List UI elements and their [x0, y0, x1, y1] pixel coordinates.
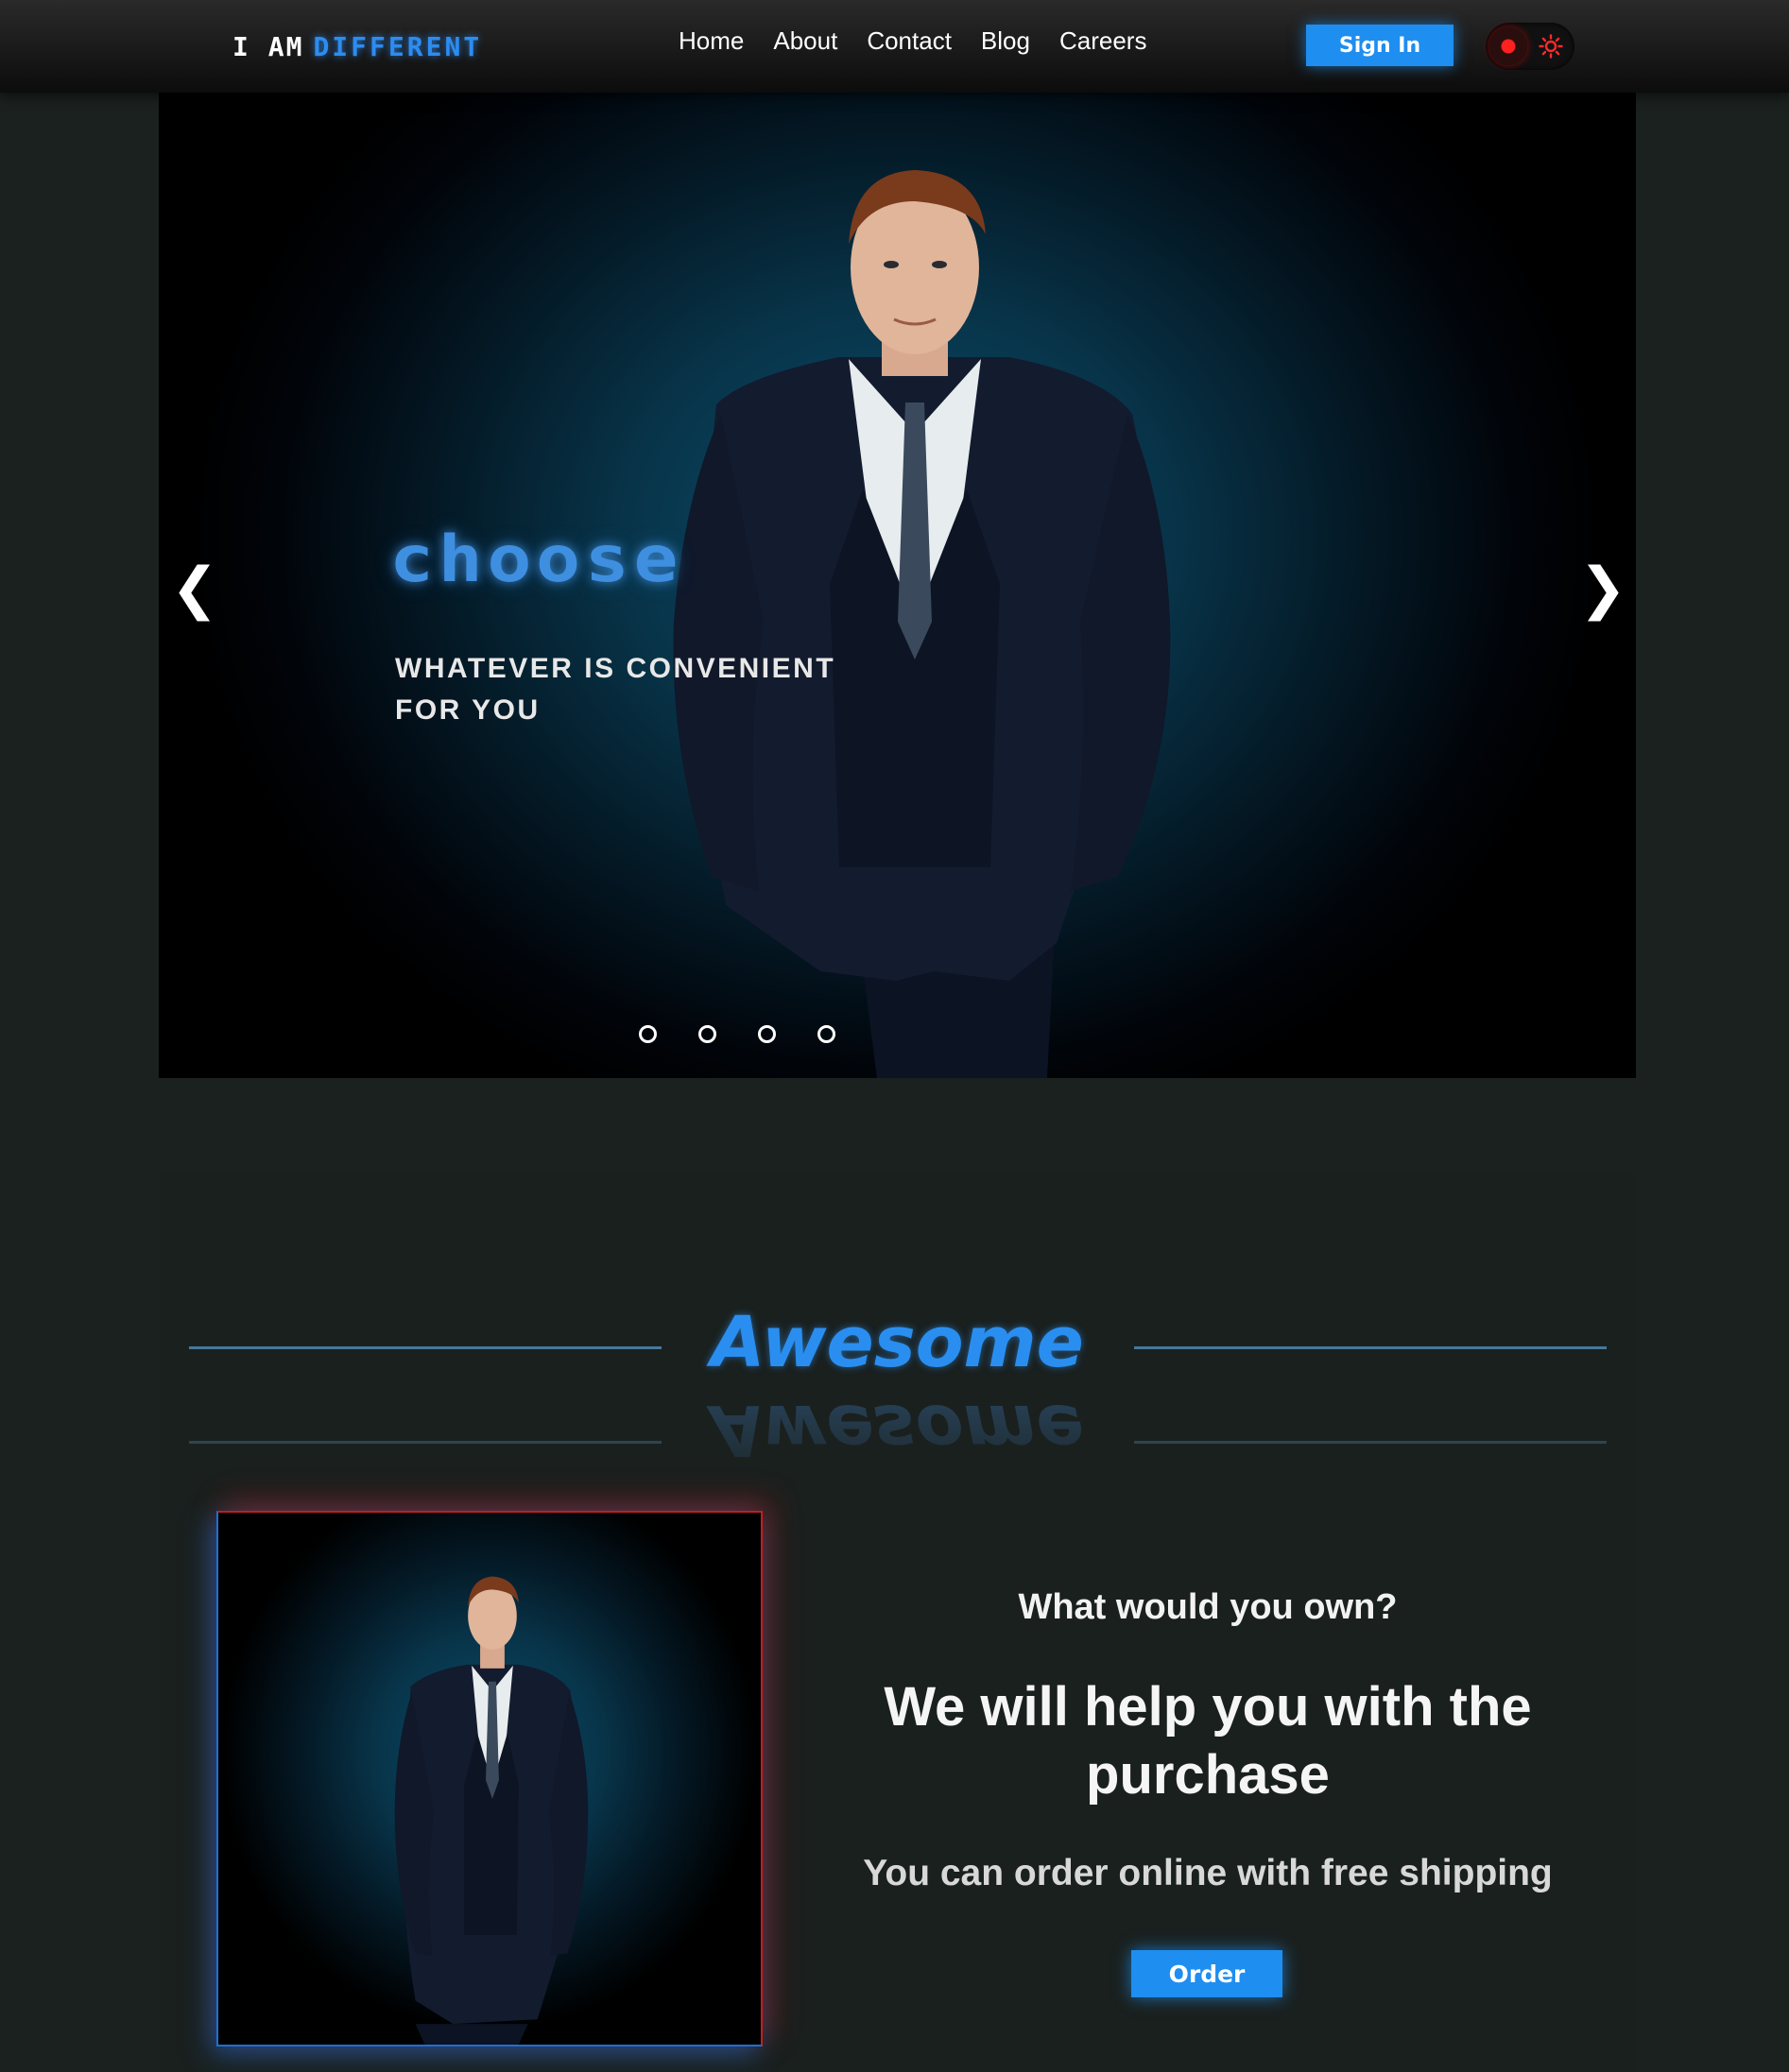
- carousel-indicators: [639, 1025, 835, 1043]
- product-photo: [216, 1511, 763, 2046]
- carousel-dot-4[interactable]: [817, 1025, 835, 1043]
- sign-in-button[interactable]: Sign In: [1306, 25, 1454, 66]
- theme-toggle[interactable]: [1486, 23, 1574, 70]
- hero-carousel: ❮ ❯ choose WHATEVER IS CONVENIENT FOR YO…: [159, 93, 1636, 1078]
- nav-links: Home About Contact Blog Careers: [679, 26, 1146, 56]
- nav-link-blog[interactable]: Blog: [981, 26, 1030, 56]
- order-button[interactable]: Order: [1131, 1950, 1282, 1997]
- promo-question: What would you own?: [1018, 1587, 1398, 1627]
- nav-link-home[interactable]: Home: [679, 26, 744, 56]
- section-heading: Awesome: [711, 1302, 1084, 1383]
- product-person-image: [394, 1576, 589, 2045]
- navbar: I AM different Home About Contact Blog C…: [0, 0, 1789, 93]
- hero-title: choose: [389, 522, 683, 597]
- promo-text-block: What would you own? We will help you wit…: [830, 1587, 1586, 1894]
- carousel-prev-button[interactable]: ❮: [166, 556, 223, 622]
- site-logo[interactable]: I AM different: [232, 25, 482, 68]
- logo-prefix: I AM: [232, 30, 304, 62]
- carousel-dot-2[interactable]: [698, 1025, 716, 1043]
- sun-icon: [1539, 34, 1563, 59]
- nav-link-contact[interactable]: Contact: [867, 26, 952, 56]
- hero-subtitle: WHATEVER IS CONVENIENT FOR YOU: [395, 653, 836, 726]
- nav-link-careers[interactable]: Careers: [1059, 26, 1146, 56]
- logo-word: different: [313, 30, 483, 62]
- promo-subline: You can order online with free shipping: [863, 1853, 1553, 1893]
- hero-person-image: [673, 170, 1171, 1078]
- section-heading-reflection: Awesome: [711, 1389, 1084, 1470]
- carousel-dot-3[interactable]: [758, 1025, 776, 1043]
- toggle-knob: [1489, 27, 1527, 65]
- carousel-next-button[interactable]: ❯: [1574, 556, 1631, 622]
- nav-link-about[interactable]: About: [773, 26, 837, 56]
- carousel-dot-1[interactable]: [639, 1025, 657, 1043]
- promo-headline: We will help you with the purchase: [884, 1676, 1532, 1806]
